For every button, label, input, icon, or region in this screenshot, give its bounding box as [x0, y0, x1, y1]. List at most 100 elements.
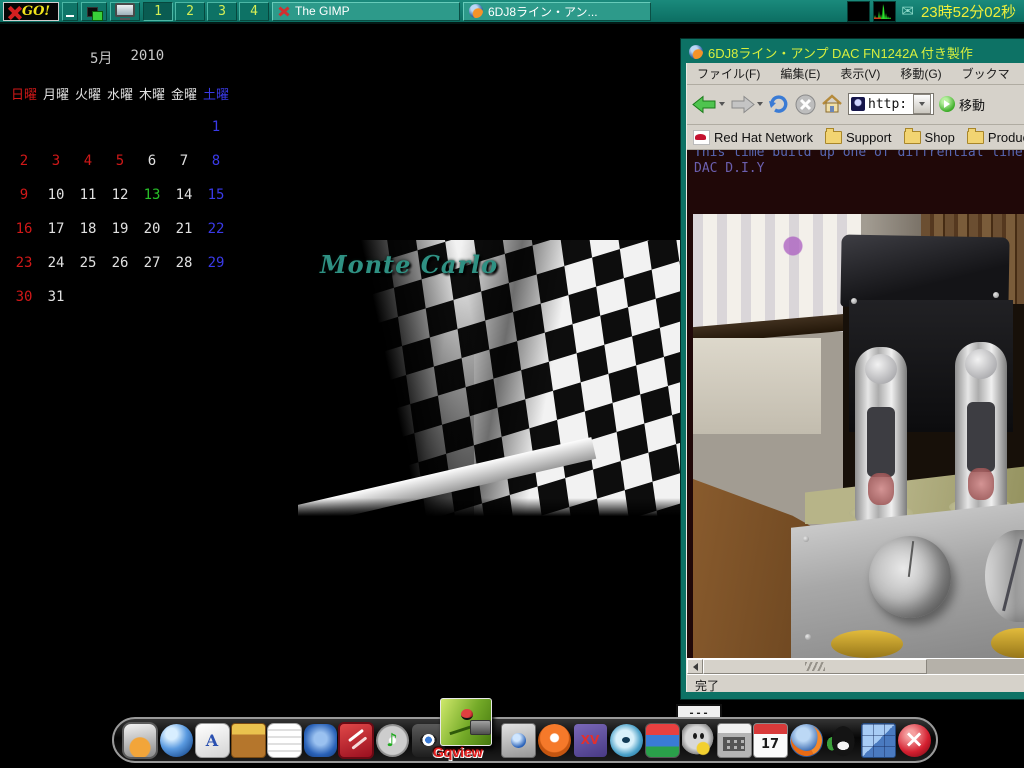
mail-icon[interactable]: ✉: [901, 2, 914, 20]
scroll-left-button[interactable]: [687, 659, 703, 674]
back-button[interactable]: [692, 95, 725, 114]
calendar-title: 5月 2010: [90, 48, 244, 68]
dock-item-documents[interactable]: [266, 720, 302, 760]
firefox-task-icon: [469, 4, 483, 18]
home-button[interactable]: [821, 94, 843, 114]
dock-item-xv-viewer[interactable]: XV: [572, 720, 608, 760]
horizontal-scrollbar: [687, 658, 1024, 674]
workspace-button-3[interactable]: 3: [207, 2, 237, 21]
dock-item-paint-jar[interactable]: [644, 720, 680, 760]
icon-glyph: XV: [581, 733, 600, 747]
bookmark-product[interactable]: Product: [967, 130, 1024, 145]
tube-glow: [868, 473, 894, 505]
pager-applet[interactable]: [81, 2, 107, 21]
task-label: The GIMP: [295, 4, 350, 18]
scrollbar-track[interactable]: [927, 659, 1024, 674]
go-menu-button[interactable]: GO!: [3, 2, 59, 21]
dock-item-tux-penguin[interactable]: [824, 720, 860, 760]
calendar-grid: 日曜月曜火曜水曜木曜金曜土曜12345678910111213141516171…: [8, 76, 244, 314]
calendar-date: 6: [148, 153, 156, 169]
tube-getter: [965, 349, 997, 379]
browser-window: 6DJ8ライン・アンプ DAC FN1242A 付き製作 ファイル(F) 編集(E…: [680, 38, 1024, 700]
dock-item-gimp-wilber[interactable]: [680, 720, 716, 760]
calendar-date: 28: [176, 255, 193, 271]
calendar-date: 5: [116, 153, 124, 169]
menu-file[interactable]: ファイル(F): [697, 65, 760, 82]
dock-item-blender[interactable]: [536, 720, 572, 760]
underscore-icon: [66, 15, 74, 17]
tray-blank-applet[interactable]: [847, 1, 870, 22]
dock-item-cube-3d[interactable]: [860, 720, 896, 760]
gqview-icon[interactable]: Gqview: [436, 698, 496, 760]
dock-item-adobe-reader[interactable]: [338, 720, 374, 760]
dock-item-calculator[interactable]: [716, 720, 752, 760]
calendar-date: 14: [176, 187, 193, 203]
go-menu-label: GO!: [22, 4, 50, 19]
back-dropdown-icon[interactable]: [719, 102, 725, 106]
task-button-browser[interactable]: 6DJ8ライン・アン...: [463, 2, 651, 21]
dock-item-shell-terminal[interactable]: [122, 720, 158, 760]
calendar-date: 4: [84, 153, 92, 169]
icon-glyph: A: [206, 731, 218, 750]
flag-bottom-shadow: [298, 498, 680, 524]
stop-icon: [795, 94, 816, 115]
calculator-icon: [717, 723, 752, 758]
calendar-date: 27: [144, 255, 161, 271]
go-button[interactable]: 移動: [939, 95, 985, 114]
knob-indicator: [908, 541, 914, 577]
menu-view[interactable]: 表示(V): [840, 65, 880, 82]
package-box-icon: [231, 723, 266, 758]
calendar-day-header: 火曜: [75, 84, 101, 103]
scrollbar-thumb[interactable]: [703, 659, 927, 674]
reload-button[interactable]: [768, 94, 790, 114]
dock-item-quit[interactable]: ×: [896, 720, 932, 760]
menu-edit[interactable]: 編集(E): [780, 65, 820, 82]
bluefish-icon: [610, 724, 643, 757]
text-editor-icon: A: [195, 723, 230, 758]
bookmark-shop[interactable]: Shop: [904, 130, 955, 145]
ladybug-icon: [461, 709, 473, 720]
wallpaper-image: Monte Carlo: [298, 240, 680, 524]
dock-item-network-globe[interactable]: [500, 720, 536, 760]
dock-item-headset-audio[interactable]: [302, 720, 338, 760]
forward-dropdown-icon[interactable]: [757, 102, 763, 106]
dock-item-package-box[interactable]: [230, 720, 266, 760]
system-monitor-applet[interactable]: [873, 1, 896, 22]
browser-toolbar: 移動: [687, 85, 1024, 125]
dock-item-calendar[interactable]: 17: [752, 720, 788, 760]
calendar-date: 29: [208, 255, 225, 271]
dock-item-music-cd[interactable]: ♪: [374, 720, 410, 760]
dock-item-earth-browser[interactable]: [158, 720, 194, 760]
desktop-monitor-applet[interactable]: [110, 2, 140, 21]
calendar-date: 22: [208, 221, 225, 237]
workspace-button-1[interactable]: 1: [143, 2, 173, 21]
stop-button[interactable]: [795, 94, 816, 115]
forward-button[interactable]: [730, 95, 763, 114]
bookmark-red-hat-network[interactable]: Red Hat Network: [693, 130, 813, 145]
url-dropdown-button[interactable]: [913, 94, 931, 114]
calendar-date: 10: [48, 187, 65, 203]
dock-item-firefox[interactable]: [788, 720, 824, 760]
scroll-left-icon: [693, 663, 698, 671]
home-icon: [821, 94, 843, 114]
minimize-applet-button[interactable]: [62, 2, 78, 21]
bookmark-support[interactable]: Support: [825, 130, 892, 145]
quit-icon: ×: [898, 724, 931, 757]
workspace-button-2[interactable]: 2: [175, 2, 205, 21]
window-titlebar[interactable]: 6DJ8ライン・アンプ DAC FN1242A 付き製作: [686, 41, 1024, 63]
url-input[interactable]: [868, 97, 910, 112]
task-button-gimp[interactable]: The GIMP: [272, 2, 460, 21]
workspace-button-4[interactable]: 4: [239, 2, 269, 21]
menu-bookmarks[interactable]: ブックマ: [962, 65, 1010, 82]
dock-item-bluefish[interactable]: [608, 720, 644, 760]
photo-lower-wall: [693, 338, 821, 434]
go-icon: [939, 96, 955, 112]
knob-indicator: [1002, 539, 1023, 612]
calendar-date: 31: [48, 289, 65, 305]
chevron-down-icon: [919, 102, 925, 106]
monitor-stand-icon: [120, 18, 130, 20]
dock-item-text-editor[interactable]: A: [194, 720, 230, 760]
menu-go[interactable]: 移動(G): [900, 65, 941, 82]
calendar-date: 16: [16, 221, 33, 237]
calendar-date: 15: [208, 187, 225, 203]
